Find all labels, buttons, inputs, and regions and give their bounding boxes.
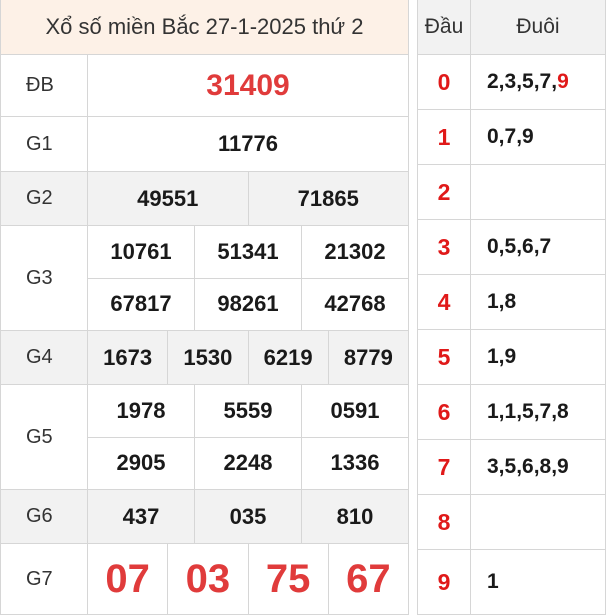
loto-head: 8	[418, 495, 471, 549]
tails-text: 1	[487, 570, 499, 593]
loto-tails: 1	[471, 550, 605, 614]
loto-tails: 2,3,5,7, 9	[471, 55, 605, 109]
loto-head: 4	[418, 275, 471, 329]
loto-head: 0	[418, 55, 471, 109]
prize-number: 98261	[194, 278, 301, 330]
prize-number: 11776	[218, 131, 278, 156]
loto-row: 4 1,8	[418, 275, 605, 330]
loto-row: 9 1	[418, 550, 605, 614]
loto-tails: 0,5,6,7	[471, 220, 605, 274]
loto-head: 7	[418, 440, 471, 494]
loto-header: Đầu Đuôi	[418, 0, 605, 55]
prize-number: 437	[122, 503, 160, 529]
prize-number: 49551	[137, 185, 199, 211]
loto-head: 2	[418, 165, 471, 219]
prize-label: G1	[1, 117, 88, 171]
prize-number: 1673	[103, 344, 153, 370]
loto-head: 3	[418, 220, 471, 274]
loto-head: 6	[418, 385, 471, 439]
loto-row: 5 1,9	[418, 330, 605, 385]
prize-number: 5559	[194, 385, 301, 437]
results-title: Xổ số miền Bắc 27-1-2025 thứ 2	[1, 0, 408, 55]
prize-label: G7	[1, 544, 88, 614]
loto-row: 0 2,3,5,7, 9	[418, 55, 605, 110]
prize-number: 0591	[301, 385, 408, 437]
prize-number: 67	[327, 544, 408, 614]
prize-number: 71865	[247, 172, 409, 225]
prize-row-db: ĐB 31409	[1, 55, 408, 117]
prize-number: 03	[167, 544, 247, 614]
loto-row: 8	[418, 495, 605, 550]
prize-label: G4	[1, 331, 88, 384]
special-prize-number: 31409	[206, 68, 290, 102]
loto-tails: 3,5,6,8,9	[471, 440, 605, 494]
tails-text: 0,5,6,7	[487, 235, 552, 258]
results-table: Xổ số miền Bắc 27-1-2025 thứ 2 ĐB 31409 …	[0, 0, 409, 615]
loto-tails	[471, 165, 605, 219]
loto-row: 6 1,1,5,7,8	[418, 385, 605, 440]
prize-row-g4: G4 1673 1530 6219 8779	[1, 331, 408, 385]
prize-number: 1978	[116, 397, 166, 423]
loto-row: 3 0,5,6,7	[418, 220, 605, 275]
prize-number: 8779	[327, 331, 408, 384]
prize-number: 51341	[194, 226, 301, 278]
loto-head: 5	[418, 330, 471, 384]
prize-number: 67817	[110, 291, 172, 317]
tails-text: 1,9	[487, 345, 517, 368]
loto-row: 2	[418, 165, 605, 220]
head-column-label: Đầu	[418, 0, 471, 54]
tails-text: 0,7,9	[487, 125, 534, 148]
prize-number: 810	[301, 490, 408, 543]
tails-text: 3,5,6,8,9	[487, 455, 569, 478]
prize-number: 2905	[116, 450, 166, 476]
prize-label: G3	[1, 226, 88, 330]
prize-row-g5: G5 1978 5559 0591 2905 2248 1336	[1, 385, 408, 490]
loto-tails: 1,9	[471, 330, 605, 384]
loto-head-tail-table: Đầu Đuôi 0 2,3,5,7, 9 1 0,7,9 2 3 0,5,6,7…	[417, 0, 606, 615]
prize-number: 07	[105, 556, 150, 601]
tails-text: 1,8	[487, 290, 517, 313]
loto-row: 7 3,5,6,8,9	[418, 440, 605, 495]
loto-tails: 1,1,5,7,8	[471, 385, 605, 439]
prize-number: 1336	[301, 437, 408, 489]
tails-text: 2,3,5,7,	[487, 70, 558, 93]
loto-tails	[471, 495, 605, 549]
prize-number: 035	[194, 490, 301, 543]
prize-row-g6: G6 437 035 810	[1, 490, 408, 544]
prize-row-g7: G7 07 03 75 67	[1, 544, 408, 614]
prize-number: 10761	[110, 238, 172, 264]
loto-head: 9	[418, 550, 471, 614]
prize-number: 1530	[167, 331, 247, 384]
prize-number: 42768	[301, 278, 408, 330]
prize-row-g1: G1 11776	[1, 117, 408, 172]
prize-number: 21302	[301, 226, 408, 278]
tails-highlight: 9	[557, 70, 569, 93]
prize-row-g3: G3 10761 51341 21302 67817 98261 42768	[1, 226, 408, 331]
loto-row: 1 0,7,9	[418, 110, 605, 165]
loto-head: 1	[418, 110, 471, 164]
prize-label: G2	[1, 172, 88, 225]
tail-column-label: Đuôi	[516, 15, 560, 38]
prize-row-g2: G2 49551 71865	[1, 172, 408, 226]
prize-label: ĐB	[1, 55, 88, 116]
prize-number: 2248	[194, 437, 301, 489]
loto-tails: 1,8	[471, 275, 605, 329]
prize-number: 75	[247, 544, 328, 614]
prize-number: 6219	[247, 331, 328, 384]
loto-tails: 0,7,9	[471, 110, 605, 164]
prize-label: G5	[1, 385, 88, 489]
prize-label: G6	[1, 490, 88, 543]
tails-text: 1,1,5,7,8	[487, 400, 569, 423]
